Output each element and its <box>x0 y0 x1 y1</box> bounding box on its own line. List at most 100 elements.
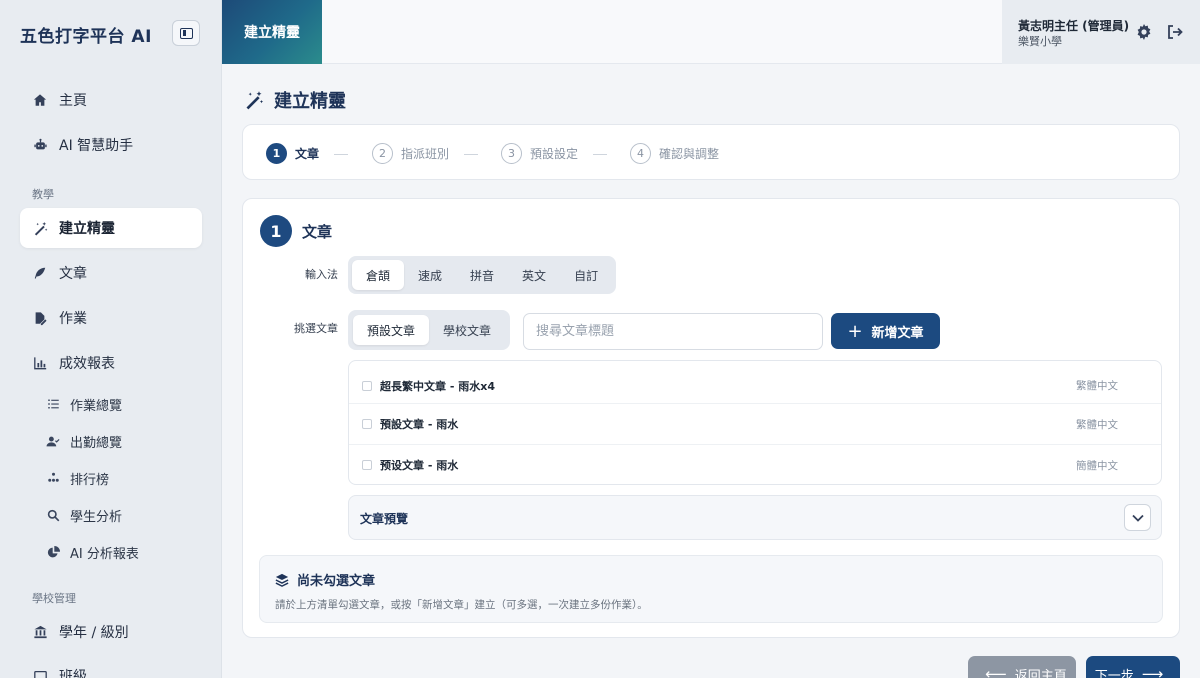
sidebar-item-label: 成效報表 <box>59 356 115 372</box>
magic-wand-icon <box>244 90 264 110</box>
input-method-option[interactable]: 拼音 <box>456 260 508 290</box>
sidebar-item-label: 文章 <box>59 266 87 282</box>
step-number: 3 <box>501 143 522 164</box>
notice-body: 請於上方清單勾選文章，或按「新增文章」建立（可多選，一次建立多份作業）。 <box>275 599 648 611</box>
article-language: 繁體中文 <box>1076 380 1118 392</box>
step-1[interactable]: 1 文章 <box>266 143 319 164</box>
add-article-label: 新增文章 <box>871 325 924 341</box>
gear-icon[interactable] <box>1136 24 1152 40</box>
sidebar-item-assignments[interactable]: 作業 <box>20 298 202 338</box>
source-option-school[interactable]: 學校文章 <box>429 315 505 345</box>
sidebar-item-classes[interactable]: 班級 <box>20 656 202 678</box>
step-label: 指派班別 <box>401 147 450 161</box>
sidebar-subitem-label: AI 分析報表 <box>70 546 139 562</box>
choose-article-label: 挑選文章 <box>294 322 338 335</box>
source-option-default[interactable]: 預設文章 <box>353 315 430 345</box>
step-label: 確認與調整 <box>659 147 720 161</box>
sidebar-subitem-student-analysis[interactable]: 學生分析 <box>46 501 122 529</box>
article-search-input[interactable] <box>524 314 822 349</box>
chart-icon <box>32 355 48 371</box>
card-step-number: 1 <box>260 215 292 247</box>
sidebar-item-home[interactable]: 主頁 <box>20 80 202 120</box>
input-method-option[interactable]: 速成 <box>404 260 456 290</box>
next-step-button[interactable]: 下一步 ⟶ <box>1086 656 1180 678</box>
tab-wizard[interactable]: 建立精靈 <box>222 0 322 64</box>
chevron-down-icon[interactable] <box>1124 504 1151 531</box>
ranking-icon <box>46 471 60 485</box>
back-home-label: 返回主頁 <box>1014 668 1067 678</box>
page-title: 建立精靈 <box>244 87 346 113</box>
no-selection-notice: 尚未勾選文章 請於上方清單勾選文章，或按「新增文章」建立（可多選，一次建立多份作… <box>259 555 1163 623</box>
sidebar-subitem-label: 出勤總覽 <box>70 435 123 451</box>
step-divider <box>593 154 607 155</box>
search-icon <box>46 508 60 522</box>
sidebar-item-label: AI 智慧助手 <box>59 138 134 154</box>
sidebar-subitem-attendance[interactable]: 出勤總覽 <box>46 427 122 455</box>
sidebar-item-wizard[interactable]: 建立精靈 <box>20 208 202 248</box>
sidebar-item-grades[interactable]: 學年 / 級別 <box>20 612 202 652</box>
article-title: 超長繁中文章 - 雨水x4 <box>380 379 495 393</box>
sidebar-item-ai-assistant[interactable]: AI 智慧助手 <box>20 125 202 165</box>
pie-chart-icon <box>46 545 60 559</box>
sidebar-subitem-assignment-overview[interactable]: 作業總覽 <box>46 390 122 418</box>
step-divider <box>464 154 478 155</box>
add-article-button[interactable]: + 新增文章 <box>831 313 940 349</box>
input-method-option[interactable]: 英文 <box>508 260 560 290</box>
article-checkbox[interactable] <box>362 419 372 429</box>
card-header: 1 文章 <box>260 215 332 247</box>
robot-icon <box>32 137 48 153</box>
step-number: 4 <box>630 143 651 164</box>
sidebar-subitem-label: 排行榜 <box>70 472 110 488</box>
wizard-stepper: 1 文章 2 指派班別 3 預設設定 4 確認與調整 <box>242 124 1180 180</box>
article-checkbox[interactable] <box>362 380 372 391</box>
article-row[interactable]: 超長繁中文章 - 雨水x4 繁體中文 <box>349 365 1161 406</box>
arrow-left-icon: ⟵ <box>985 665 1007 678</box>
sidebar-subitem-label: 學生分析 <box>70 509 123 525</box>
page-title-text: 建立精靈 <box>274 91 346 112</box>
logout-icon[interactable] <box>1167 24 1183 40</box>
article-language: 繁體中文 <box>1076 418 1118 431</box>
article-preview-panel[interactable]: 文章預覽 <box>348 495 1162 540</box>
step-number: 1 <box>266 143 287 164</box>
article-checkbox[interactable] <box>362 460 372 470</box>
sidebar-toggle-button[interactable] <box>172 20 200 46</box>
step-4[interactable]: 4 確認與調整 <box>630 143 719 164</box>
input-method-selector: 倉頡 速成 拼音 英文 自訂 <box>348 256 617 294</box>
section-label-school: 學校管理 <box>32 592 76 605</box>
article-row[interactable]: 预设文章 - 雨水 簡體中文 <box>349 444 1161 485</box>
user-check-icon <box>46 434 60 448</box>
layers-icon <box>275 573 289 587</box>
article-language: 簡體中文 <box>1076 459 1118 472</box>
input-method-option[interactable]: 倉頡 <box>352 260 405 290</box>
home-icon <box>32 92 48 108</box>
sidebar-subitem-ranking[interactable]: 排行榜 <box>46 464 109 492</box>
step-2[interactable]: 2 指派班別 <box>372 143 449 164</box>
article-row[interactable]: 預設文章 - 雨水 繁體中文 <box>349 403 1161 444</box>
file-edit-icon <box>32 310 48 326</box>
notice-title: 尚未勾選文章 <box>297 574 376 589</box>
app-brand: 五色打字平台 AI <box>20 27 152 47</box>
building-icon <box>32 624 48 640</box>
user-school: 樂賢小學 <box>1018 35 1062 48</box>
user-panel: 黃志明主任 (管理員) 樂賢小學 <box>1002 0 1200 64</box>
arrow-right-icon: ⟶ <box>1141 665 1164 678</box>
magic-wand-icon <box>32 220 48 236</box>
card-title: 文章 <box>302 222 333 241</box>
plus-icon: + <box>847 320 863 342</box>
back-home-button[interactable]: ⟵ 返回主頁 <box>968 656 1076 678</box>
article-list: 超長繁中文章 - 雨水x4 繁體中文 預設文章 - 雨水 繁體中文 预设文章 -… <box>348 360 1162 485</box>
sidebar-subitem-ai-report[interactable]: AI 分析報表 <box>46 538 139 566</box>
sidebar-item-articles[interactable]: 文章 <box>20 253 202 293</box>
section-label-teaching: 教學 <box>32 188 54 201</box>
sidebar-item-reports[interactable]: 成效報表 <box>20 343 202 383</box>
list-icon <box>46 397 60 411</box>
sidebar-item-label: 建立精靈 <box>59 221 115 237</box>
sidebar-item-label: 學年 / 級別 <box>59 625 129 641</box>
feather-icon <box>32 265 48 281</box>
step-3[interactable]: 3 預設設定 <box>501 143 578 164</box>
sidebar-item-label: 班級 <box>59 669 87 678</box>
input-method-option[interactable]: 自訂 <box>560 260 612 290</box>
article-title: 預設文章 - 雨水 <box>380 418 459 431</box>
sidebar-item-label: 作業 <box>59 311 87 327</box>
sidebar: 五色打字平台 AI 主頁 AI 智慧助手 教學 建立精靈 文章 作業 成效報表 … <box>0 0 222 678</box>
